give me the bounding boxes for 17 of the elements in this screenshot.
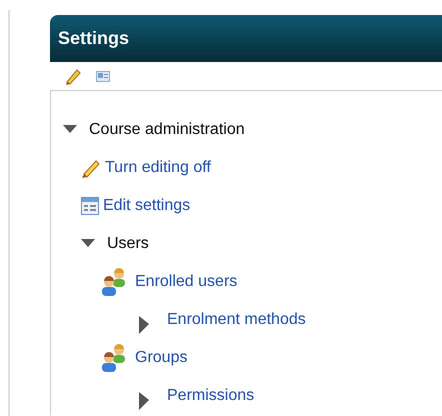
tree-link[interactable]: Edit settings (103, 197, 190, 215)
collapsed-triangle-icon[interactable] (139, 316, 149, 334)
tree-link[interactable]: Enrolment methods (167, 311, 306, 329)
tree-link[interactable]: Groups (135, 349, 188, 367)
tree-link[interactable]: Permissions (167, 387, 254, 405)
dock-icon[interactable] (96, 70, 110, 82)
collapsed-triangle-icon[interactable] (139, 392, 149, 410)
tree-link[interactable]: Turn editing off (105, 159, 211, 177)
form-icon (81, 197, 99, 215)
tree-branch-label[interactable]: Course administration (89, 121, 245, 139)
expanded-triangle-icon[interactable] (81, 239, 95, 249)
pencil-icon[interactable] (64, 67, 82, 85)
pencil-icon (81, 158, 101, 178)
tree-link[interactable]: Enrolled users (135, 273, 238, 291)
block-title: Settings (58, 28, 130, 49)
tree-branch-label[interactable]: Users (107, 235, 149, 253)
expanded-triangle-icon[interactable] (63, 125, 77, 135)
